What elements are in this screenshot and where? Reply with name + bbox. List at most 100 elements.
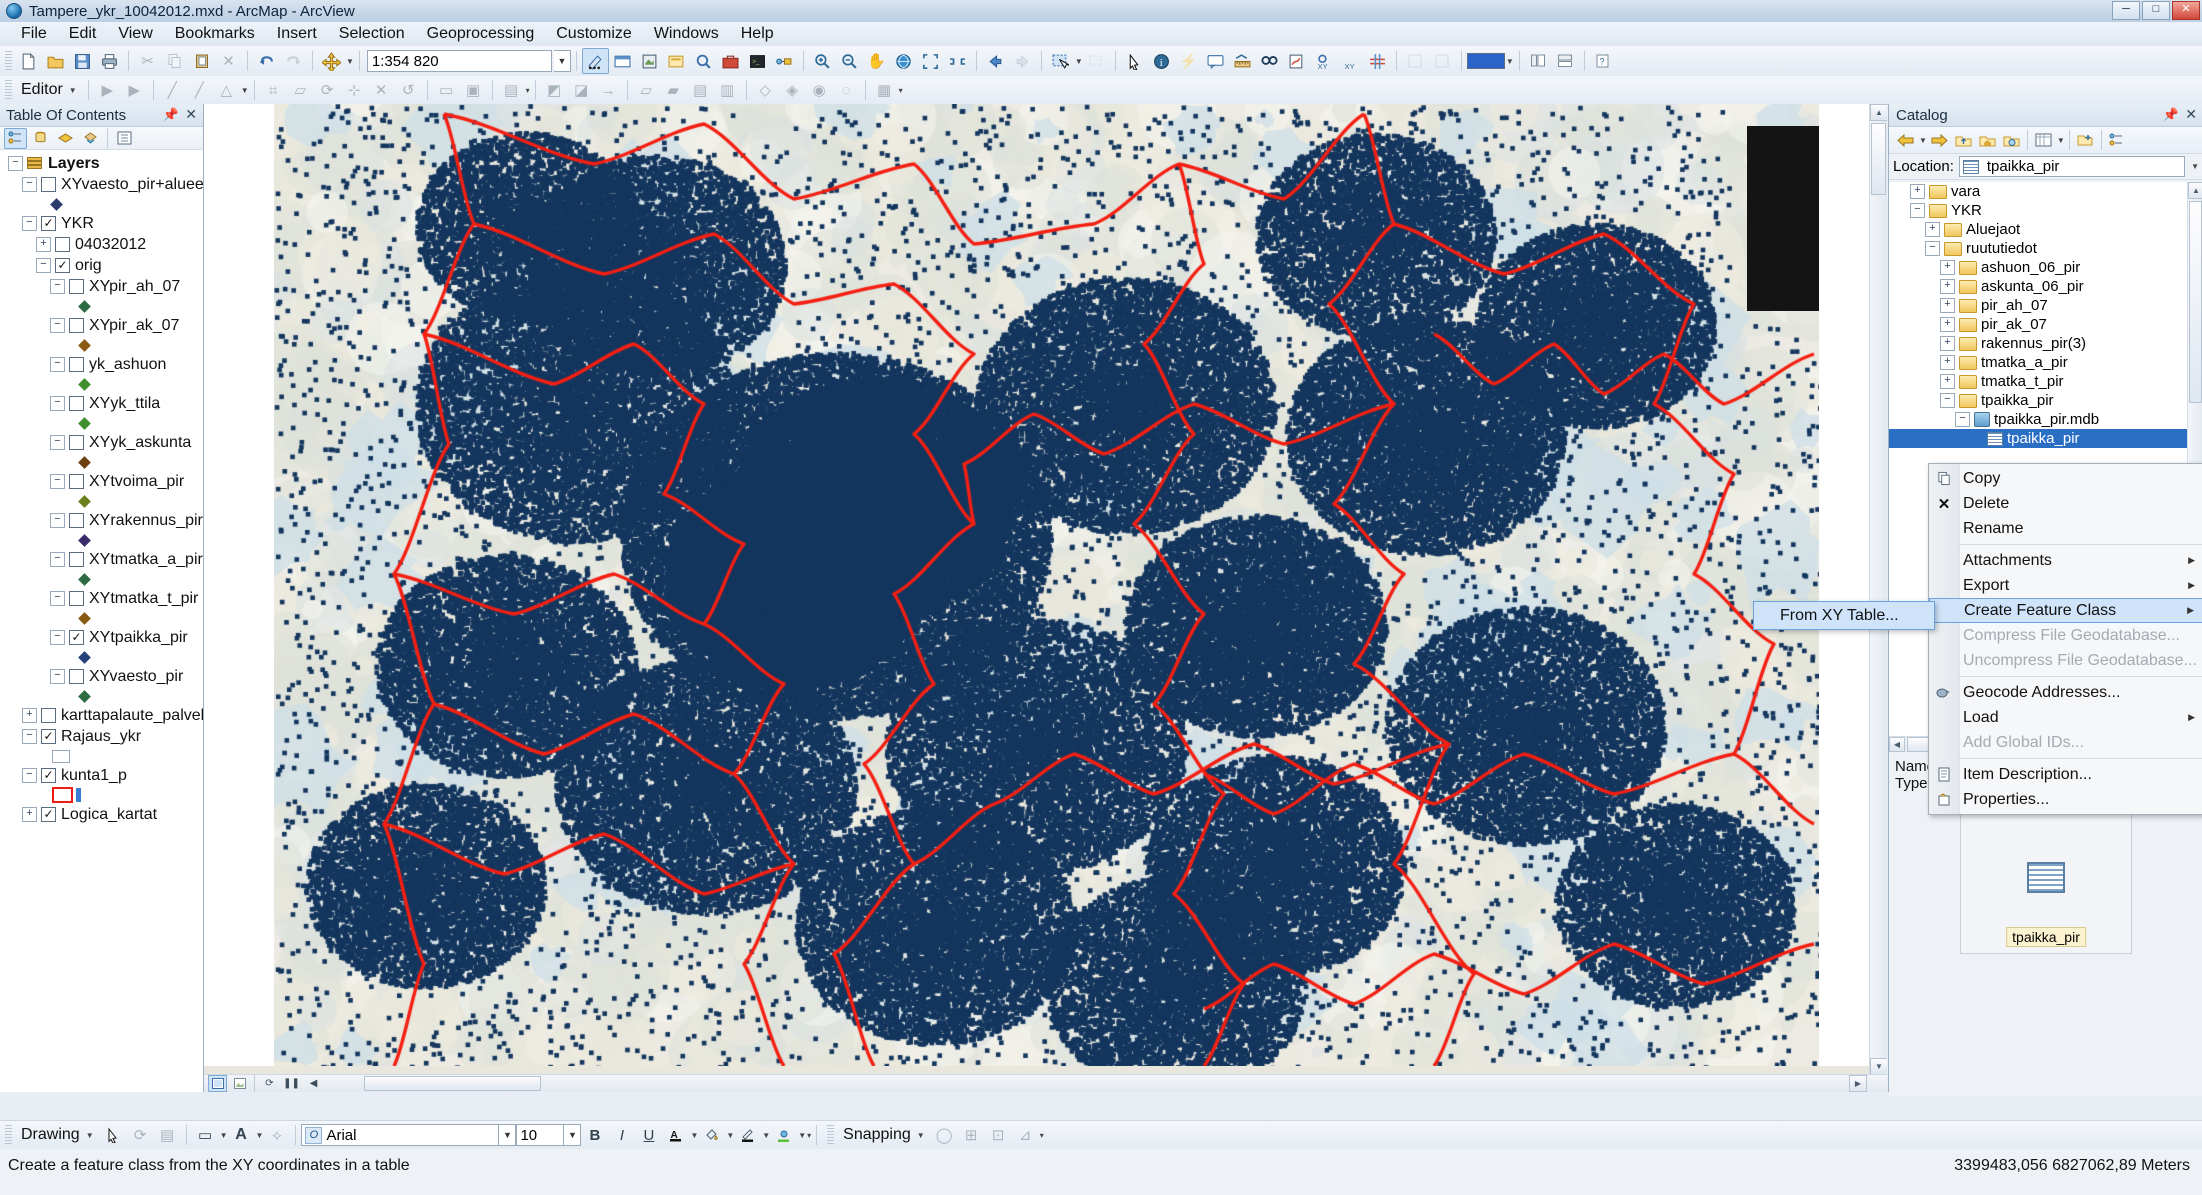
layout-view-icon[interactable] xyxy=(636,48,663,74)
catalog-item-tmatka-t-pir[interactable]: + tmatka_t_pir xyxy=(1889,372,2202,391)
straight-segment-icon[interactable]: ╱ xyxy=(159,77,186,103)
hyperlink-tool-icon[interactable]: ⚡ xyxy=(1175,48,1202,74)
topology-more-icon[interactable]: → xyxy=(595,77,622,103)
extra-tool2-icon[interactable] xyxy=(1429,48,1456,74)
marker-color-icon[interactable] xyxy=(770,1122,797,1148)
collapse-icon[interactable]: − xyxy=(8,156,23,171)
toc-item-xytmatka-t-pir[interactable]: − XYtmatka_t_pir xyxy=(0,588,203,609)
refresh-icon[interactable]: ⟳ xyxy=(260,1075,279,1092)
expand-icon[interactable]: + xyxy=(22,708,37,723)
context-menu-item-load[interactable]: Load ▶ xyxy=(1929,705,2202,730)
zoom-out-fixed-icon[interactable] xyxy=(944,48,971,74)
select-elements-icon[interactable] xyxy=(100,1122,127,1148)
spacer-icon[interactable] xyxy=(1970,432,1983,445)
pause-drawing-icon[interactable]: ❚❚ xyxy=(282,1075,301,1092)
georef-d-icon[interactable]: ▥ xyxy=(714,77,741,103)
maximize-button[interactable]: □ xyxy=(2142,1,2170,20)
attributes-icon[interactable]: ▣ xyxy=(460,77,487,103)
collapse-icon[interactable]: − xyxy=(50,396,65,411)
toc-item-xypir-ah-07[interactable]: − XYpir_ah_07 xyxy=(0,276,203,297)
toc-item-karttapalaute-palvelut[interactable]: + karttapalaute_palvelut xyxy=(0,705,203,726)
toc-item-xytpaikka-pir[interactable]: − ✓ XYtpaikka_pir xyxy=(0,627,203,648)
layer-visibility-checkbox[interactable]: ✓ xyxy=(41,729,56,744)
menu-item-customize[interactable]: Customize xyxy=(545,23,643,45)
select-features-icon[interactable] xyxy=(1047,48,1074,74)
go-to-xy-icon[interactable]: XY xyxy=(1310,48,1337,74)
toc-item-04032012[interactable]: +04032012 xyxy=(0,234,203,255)
snapping-toolbar-grip[interactable] xyxy=(827,1125,835,1145)
python-window-icon[interactable]: >_ xyxy=(744,48,771,74)
new-rectangle-icon[interactable]: ▭ xyxy=(192,1122,219,1148)
collapse-icon[interactable]: − xyxy=(50,435,65,450)
edit-tool-icon[interactable]: ▶ xyxy=(94,77,121,103)
layer-visibility-checkbox[interactable] xyxy=(69,279,84,294)
zoom-in-fixed-icon[interactable] xyxy=(917,48,944,74)
map-scroll-right-button[interactable]: ▶ xyxy=(1849,1075,1867,1092)
menu-item-windows[interactable]: Windows xyxy=(643,23,730,45)
map-vscroll-thumb[interactable] xyxy=(1871,123,1886,195)
georef-b-icon[interactable]: ▰ xyxy=(660,77,687,103)
default-geodatabase-icon[interactable] xyxy=(2000,130,2023,151)
toc-item-xyvaesto-pir[interactable]: − XYvaesto_pir xyxy=(0,666,203,687)
up-one-level-icon[interactable] xyxy=(1952,130,1975,151)
select-dropdown-icon[interactable]: ▼ xyxy=(1075,57,1083,66)
catalog-item-ruututiedot[interactable]: − ruututiedot xyxy=(1889,239,2202,258)
layer-visibility-checkbox[interactable] xyxy=(69,357,84,372)
layer-visibility-checkbox[interactable] xyxy=(69,435,84,450)
contents-dropdown-icon[interactable]: ▼ xyxy=(2057,136,2065,145)
toc-item-xytvoima-pir[interactable]: − XYtvoima_pir xyxy=(0,471,203,492)
layout-view-icon[interactable] xyxy=(230,1075,249,1092)
clear-selection-icon[interactable] xyxy=(1083,48,1110,74)
collapse-icon[interactable]: − xyxy=(50,669,65,684)
menu-item-geoprocessing[interactable]: Geoprocessing xyxy=(416,23,546,45)
collapse-icon[interactable]: − xyxy=(22,177,37,192)
catalog-item-tpaikka-pir[interactable]: − tpaikka_pir xyxy=(1889,391,2202,410)
find-tool-icon[interactable] xyxy=(1256,48,1283,74)
collapse-icon[interactable]: − xyxy=(50,318,65,333)
context-menu-item-create-feature-class[interactable]: Create Feature Class ▶ xyxy=(1929,598,2202,623)
catalog-item-ykr[interactable]: − YKR xyxy=(1889,201,2202,220)
pin-icon[interactable]: 📌 xyxy=(2163,107,2179,123)
toc-item-xypir-ak-07[interactable]: − XYpir_ak_07 xyxy=(0,315,203,336)
toc-item-layers[interactable]: − Layers xyxy=(0,153,203,174)
topology-tool-icon[interactable]: ◪ xyxy=(568,77,595,103)
font-size-input[interactable]: 10 xyxy=(516,1124,565,1146)
menu-item-insert[interactable]: Insert xyxy=(266,23,328,45)
rotate-element-icon[interactable]: ⟳ xyxy=(127,1122,154,1148)
extra-tool-icon[interactable] xyxy=(1402,48,1429,74)
layer-visibility-checkbox[interactable] xyxy=(69,591,84,606)
copy-features-icon[interactable]: ▭ xyxy=(433,77,460,103)
back-extent-icon[interactable] xyxy=(982,48,1009,74)
pin-icon[interactable]: 📌 xyxy=(163,107,179,123)
toolbox-icon[interactable] xyxy=(717,48,744,74)
zoom-out-tool-icon[interactable] xyxy=(836,48,863,74)
search-window-icon[interactable] xyxy=(690,48,717,74)
collapse-icon[interactable]: − xyxy=(22,216,37,231)
point-snapping-icon[interactable]: ◯ xyxy=(931,1122,958,1148)
catalog-scroll-left-button[interactable]: ◀ xyxy=(1889,737,1905,752)
collapse-icon[interactable]: − xyxy=(50,279,65,294)
catalog-item-aluejaot[interactable]: + Aluejaot xyxy=(1889,220,2202,239)
expand-icon[interactable]: + xyxy=(1940,260,1955,275)
italic-button[interactable]: I xyxy=(608,1122,635,1148)
edge-snapping-icon[interactable]: ⊡ xyxy=(985,1122,1012,1148)
model-builder-icon[interactable] xyxy=(771,48,798,74)
catalog-item-askunta-06-pir[interactable]: + askunta_06_pir xyxy=(1889,277,2202,296)
forward-extent-icon[interactable] xyxy=(1009,48,1036,74)
home-folder-icon[interactable] xyxy=(1976,130,1999,151)
menu-item-help[interactable]: Help xyxy=(730,23,785,45)
back-icon[interactable] xyxy=(1894,130,1917,151)
text-dropdown-icon[interactable]: ▼ xyxy=(256,1131,264,1140)
underline-button[interactable]: U xyxy=(635,1122,662,1148)
toc-item-ykr[interactable]: − ✓ YKR xyxy=(0,213,203,234)
menu-item-bookmarks[interactable]: Bookmarks xyxy=(164,23,266,45)
map-hscroll-thumb[interactable] xyxy=(364,1076,541,1091)
map-scroll-up-button[interactable]: ▲ xyxy=(1870,104,1887,121)
map-scroll-left-button[interactable]: ◀ xyxy=(304,1075,323,1092)
catalog-window-icon[interactable] xyxy=(663,48,690,74)
mirror-icon[interactable]: ⊹ xyxy=(341,77,368,103)
toc-item-xyvaesto-pir-alueet-05042012[interactable]: − XYvaesto_pir+alueet_05042012 xyxy=(0,174,203,195)
editor-overflow2-icon[interactable]: ▾ xyxy=(899,86,903,95)
measure-tool-icon[interactable] xyxy=(1229,48,1256,74)
context-menu-item-delete[interactable]: ✕ Delete xyxy=(1929,491,2202,516)
